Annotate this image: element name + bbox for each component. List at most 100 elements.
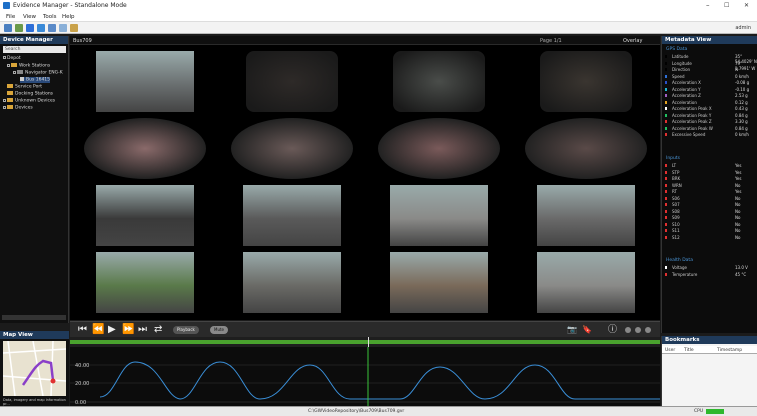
- device-icon[interactable]: [26, 24, 34, 32]
- video-header: Bus709 Page 1/1 Overlay: [70, 36, 660, 45]
- close-button[interactable]: ✕: [744, 2, 749, 9]
- fast-forward-button[interactable]: ⏩: [122, 325, 134, 335]
- metadata-key: BRK: [672, 176, 681, 181]
- settings-icon[interactable]: [37, 24, 45, 32]
- camera-tile[interactable]: [368, 183, 510, 248]
- series-color-swatch: [665, 266, 667, 269]
- metadata-row: S10 No: [665, 222, 757, 227]
- loop-button[interactable]: ⇄: [154, 325, 162, 335]
- play-button[interactable]: ▶: [108, 325, 116, 335]
- camera-frame: [96, 51, 194, 112]
- metadata-key: RT: [672, 189, 677, 194]
- metadata-key: S12: [672, 234, 680, 240]
- collapse-icon[interactable]: [3, 56, 6, 59]
- camera-frame: [393, 51, 485, 112]
- col-title[interactable]: Title: [684, 348, 694, 353]
- current-user[interactable]: admin: [735, 25, 751, 31]
- series-color-swatch: [665, 196, 667, 200]
- metadata-value: Yes: [735, 163, 742, 168]
- maximize-button[interactable]: ☐: [724, 2, 729, 9]
- zoom-in-icon[interactable]: [625, 327, 631, 333]
- playhead[interactable]: [368, 337, 369, 347]
- camera-tile[interactable]: [515, 116, 657, 181]
- tree-item-work-stations[interactable]: Work Stations: [7, 63, 50, 69]
- mute-toggle[interactable]: Mute: [210, 326, 229, 334]
- camera-tile[interactable]: [74, 116, 216, 181]
- video-tab[interactable]: Bus709: [73, 38, 92, 44]
- camera-tile[interactable]: [221, 250, 363, 315]
- collapse-icon[interactable]: [13, 70, 16, 74]
- metadata-row: Direction N: [665, 67, 757, 72]
- expand-icon[interactable]: [3, 105, 6, 109]
- window-titlebar: Evidence Manager - Standalone Mode – ☐ ✕: [0, 0, 757, 12]
- export-icon[interactable]: [59, 24, 67, 32]
- bookmarks-panel: Bookmarks User Title Timestamp: [661, 336, 757, 406]
- timeline-bar[interactable]: [70, 337, 660, 347]
- metadata-key: LT: [672, 163, 677, 168]
- toolbar: admin: [0, 22, 757, 34]
- metadata-row: WRN No: [665, 183, 757, 188]
- bookmark-button[interactable]: 🔖: [582, 325, 592, 335]
- grid-icon[interactable]: [48, 24, 56, 32]
- tree-item-devices[interactable]: Devices: [3, 105, 33, 111]
- home-icon[interactable]: [15, 24, 23, 32]
- info-button[interactable]: ⓘ: [608, 325, 617, 335]
- camera-tile[interactable]: [368, 250, 510, 315]
- zoom-out-icon[interactable]: [635, 327, 641, 333]
- camera-tile[interactable]: [74, 183, 216, 248]
- camera-grid: [70, 45, 660, 320]
- menu-view[interactable]: View: [23, 14, 36, 20]
- camera-tile[interactable]: [74, 49, 216, 114]
- camera-tile[interactable]: [368, 116, 510, 181]
- camera-tile[interactable]: [221, 183, 363, 248]
- menu-tools[interactable]: Tools: [43, 14, 57, 20]
- tree-item-depot[interactable]: Depot: [3, 56, 21, 61]
- minimize-button[interactable]: –: [706, 1, 710, 9]
- horizontal-scrollbar[interactable]: [2, 315, 66, 320]
- metadata-row: Excessive Speed 0 km/h: [665, 132, 757, 137]
- camera-tile[interactable]: [515, 250, 657, 315]
- camera-tile[interactable]: [515, 49, 657, 114]
- col-user[interactable]: User: [665, 348, 675, 353]
- rewind-button[interactable]: ⏪: [92, 325, 104, 335]
- collapse-icon[interactable]: [7, 63, 10, 67]
- timeline-track[interactable]: [70, 340, 660, 344]
- tree-item-docking-stations[interactable]: Docking Stations: [7, 91, 53, 97]
- camera-frame: [231, 118, 353, 179]
- metadata-row: Speed 0 km/h: [665, 74, 757, 79]
- series-color-swatch: [665, 216, 667, 219]
- menu-file[interactable]: File: [6, 14, 15, 20]
- camera-tile[interactable]: [74, 250, 216, 315]
- snapshot-button[interactable]: 📷: [567, 325, 577, 335]
- skip-start-button[interactable]: ⏮: [78, 325, 87, 335]
- series-color-swatch: [665, 272, 667, 276]
- overlay-toggle[interactable]: Overlay: [623, 38, 642, 44]
- device-manager-panel: Device Manager Search Depot Work Station…: [0, 36, 69, 323]
- col-timestamp[interactable]: Timestamp: [717, 348, 742, 353]
- device-search-input[interactable]: Search: [3, 46, 66, 53]
- camera-tile[interactable]: [515, 183, 657, 248]
- device-manager-title: Device Manager: [0, 36, 68, 44]
- report-icon[interactable]: [70, 24, 78, 32]
- file-path: C:\GWVideoRepository\Bus709\Bus709.gvr: [308, 409, 405, 414]
- camera-tile[interactable]: [368, 49, 510, 114]
- camera-tile[interactable]: [221, 116, 363, 181]
- tree-item-bus[interactable]: Bus 16415: [20, 77, 51, 83]
- skip-end-button[interactable]: ⏭: [138, 325, 147, 335]
- metadata-value: No: [735, 182, 741, 188]
- tree-item-unknown-devices[interactable]: Unknown Devices: [3, 98, 55, 104]
- playback-toggle[interactable]: Playback: [173, 326, 199, 334]
- metadata-panel: Metadata View GPS Data Latitude 35° 54.40…: [661, 36, 757, 333]
- expand-icon[interactable]: [3, 98, 6, 102]
- tree-item-service-port[interactable]: Service Port: [7, 84, 42, 90]
- folder-icon: [7, 84, 13, 88]
- map-canvas[interactable]: [3, 341, 66, 396]
- menu-help[interactable]: Help: [62, 14, 75, 20]
- back-icon[interactable]: [4, 24, 12, 32]
- map-attribution: Data, imagery and map information pr...: [3, 398, 66, 406]
- metadata-key: Temperature: [672, 271, 698, 277]
- camera-tile[interactable]: [221, 49, 363, 114]
- tree-item-navigator[interactable]: Navigator ENG-K: [13, 70, 63, 76]
- metadata-key: Speed: [672, 73, 685, 79]
- fit-icon[interactable]: [645, 327, 651, 333]
